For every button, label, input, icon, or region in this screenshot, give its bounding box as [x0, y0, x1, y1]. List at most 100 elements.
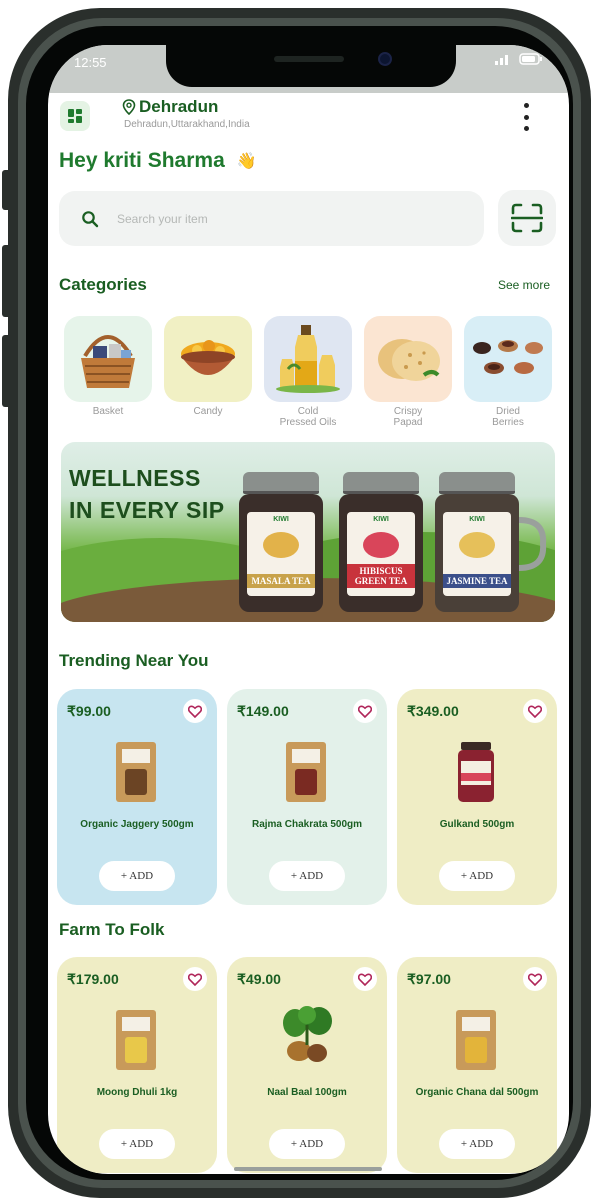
hibiscus-art [363, 532, 399, 558]
product-name: Naal Baal 100gm [267, 1087, 347, 1098]
product-name: Rajma Chakrata 500gm [251, 819, 363, 830]
jar-brand: KIWI [469, 516, 485, 523]
add-to-cart-button[interactable]: + ADD [99, 861, 175, 891]
farm-to-folk-title: Farm To Folk [59, 920, 165, 939]
heart-icon [188, 973, 202, 986]
search-input[interactable] [117, 211, 417, 226]
product-card[interactable]: ₹149.00 Rajma Chakrata 500gm + ADD [227, 689, 387, 905]
add-to-cart-button[interactable]: + ADD [269, 861, 345, 891]
jar-label-text: JASMINE TEA [443, 574, 511, 588]
signal-icon [495, 55, 508, 65]
status-time: 12:55 [74, 55, 107, 70]
product-price: ₹179.00 [67, 971, 119, 987]
wishlist-button[interactable] [353, 699, 377, 723]
category-tile [264, 316, 352, 402]
product-name: Moong Dhuli 1kg [96, 1087, 178, 1098]
product-price: ₹349.00 [407, 703, 459, 719]
product-card[interactable]: ₹349.00 Gulkand 500gm + ADD [397, 689, 557, 905]
jar-brand: KIWI [273, 516, 289, 523]
trending-title: Trending Near You [59, 651, 209, 670]
category-label: Candy [193, 406, 223, 417]
scan-button[interactable] [498, 190, 556, 246]
add-to-cart-button[interactable]: + ADD [99, 1129, 175, 1159]
heart-icon [528, 705, 542, 718]
home-indicator[interactable] [234, 1167, 382, 1171]
speaker [274, 56, 344, 62]
category-crispy-papad[interactable]: Crispy Papad [364, 316, 452, 428]
tea-jar-masala: KIWI MASALA TEA [239, 472, 323, 612]
product-card[interactable]: ₹179.00 Moong Dhuli 1kg + ADD [57, 957, 217, 1173]
category-basket[interactable]: Basket [64, 316, 152, 417]
status-bar: 12:55 [48, 45, 569, 93]
product-name: Organic Chana dal 500gm [415, 1087, 539, 1098]
jar-lid [343, 472, 419, 494]
dot-icon [523, 103, 529, 108]
category-label: Basket [92, 406, 124, 417]
jar-body: KIWI HIBISCUS GREEN TEA [339, 494, 423, 612]
search-bar[interactable] [59, 191, 484, 246]
jar-lid [439, 472, 515, 494]
menu-grid-button[interactable] [60, 101, 90, 131]
location-selector[interactable]: Dehradun [122, 97, 218, 117]
more-options-button[interactable] [520, 103, 532, 131]
promo-banner[interactable]: WELLNESS IN EVERY SIP KIWI MASALA TEA KI… [61, 442, 555, 622]
product-card[interactable]: ₹49.00 Naal Baal 100gm + ADD [227, 957, 387, 1173]
product-card[interactable]: ₹99.00 Organic Jaggery 500gm + ADD [57, 689, 217, 905]
wishlist-button[interactable] [353, 967, 377, 991]
oil-bottles-icon [276, 325, 340, 393]
product-image [458, 742, 494, 802]
category-tile [164, 316, 252, 402]
phone-mockup: 12:55 Dehradun Dehradun,Uttarakhand,Indi… [0, 0, 599, 1204]
banner-headline-line: IN EVERY SIP [69, 497, 225, 523]
wishlist-button[interactable] [523, 967, 547, 991]
category-dried-berries[interactable]: Dried Berries [464, 316, 552, 428]
wishlist-button[interactable] [523, 699, 547, 723]
heart-icon [358, 705, 372, 718]
add-to-cart-button[interactable]: + ADD [439, 861, 515, 891]
grid-icon [68, 109, 82, 123]
product-price: ₹49.00 [237, 971, 281, 987]
add-to-cart-button[interactable]: + ADD [439, 1129, 515, 1159]
product-image [283, 1006, 332, 1062]
scan-icon [511, 203, 543, 233]
category-tile [64, 316, 152, 402]
category-tile [464, 316, 552, 402]
jar-label-text: HIBISCUS GREEN TEA [347, 564, 415, 588]
basket-icon [81, 335, 135, 388]
notch [166, 45, 456, 87]
category-cold-pressed-oils[interactable]: Cold Pressed Oils [264, 316, 352, 428]
heart-icon [358, 973, 372, 986]
jar-body: KIWI JASMINE TEA [435, 494, 519, 612]
location-pin-icon [122, 99, 136, 115]
jar-label-text: MASALA TEA [247, 574, 315, 588]
jar-handle [518, 517, 547, 571]
jar-label: KIWI HIBISCUS GREEN TEA [347, 512, 415, 596]
categories-title: Categories [59, 275, 147, 294]
app-screen: 12:55 Dehradun Dehradun,Uttarakhand,Indi… [48, 45, 569, 1174]
heart-icon [528, 973, 542, 986]
wishlist-button[interactable] [183, 699, 207, 723]
product-price: ₹99.00 [67, 703, 111, 719]
product-card[interactable]: ₹97.00 Organic Chana dal 500gm + ADD [397, 957, 557, 1173]
product-name: Organic Jaggery 500gm [80, 819, 194, 830]
banner-headline-line: WELLNESS [69, 465, 201, 491]
see-more-link[interactable]: See more [498, 278, 550, 292]
product-price: ₹97.00 [407, 971, 451, 987]
jar-lid [243, 472, 319, 494]
banner-headline: WELLNESS IN EVERY SIP [69, 462, 225, 526]
greeting-text: Hey kriti Sharma [59, 149, 225, 172]
candy-bowl-icon [181, 340, 235, 375]
wishlist-button[interactable] [183, 967, 207, 991]
tea-jar-jasmine: KIWI JASMINE TEA [435, 472, 519, 612]
jar-brand: KIWI [373, 516, 389, 523]
location-detail: Dehradun,Uttarakhand,India [124, 119, 250, 130]
dot-icon [523, 114, 529, 120]
status-icons [495, 53, 543, 65]
add-to-cart-button[interactable]: + ADD [269, 1129, 345, 1159]
dot-icon [523, 126, 529, 131]
product-image [116, 1010, 156, 1070]
heart-icon [188, 705, 202, 718]
jar-label: KIWI MASALA TEA [247, 512, 315, 596]
category-candy[interactable]: Candy [164, 316, 252, 417]
product-price: ₹149.00 [237, 703, 289, 719]
